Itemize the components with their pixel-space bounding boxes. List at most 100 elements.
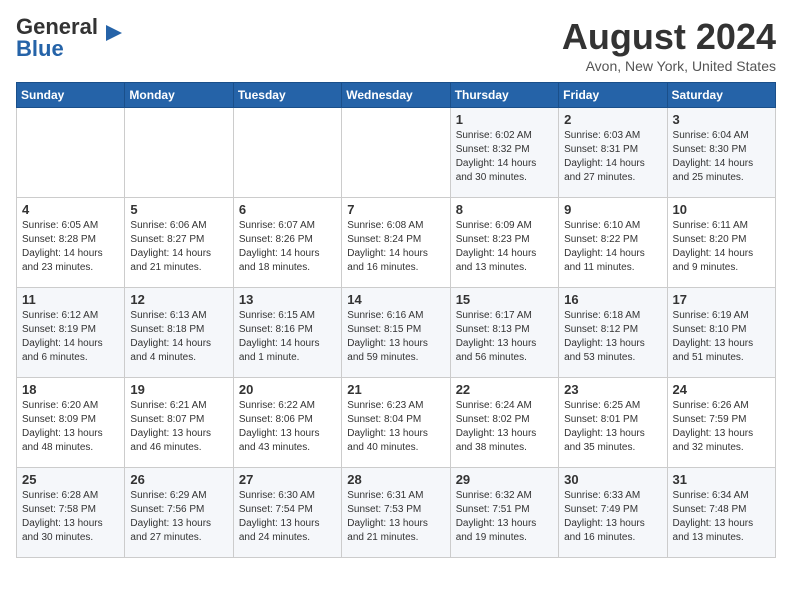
day-number: 8 — [456, 202, 553, 217]
day-of-week-header: Tuesday — [233, 83, 341, 108]
calendar-header-row: SundayMondayTuesdayWednesdayThursdayFrid… — [17, 83, 776, 108]
day-info: Sunrise: 6:26 AMSunset: 7:59 PMDaylight:… — [673, 399, 770, 455]
calendar-day-cell: 27 Sunrise: 6:30 AMSunset: 7:54 PMDayligh… — [233, 468, 341, 558]
day-info: Sunrise: 6:28 AMSunset: 7:58 PMDaylight:… — [22, 489, 119, 545]
day-info: Sunrise: 6:31 AMSunset: 7:53 PMDaylight:… — [347, 489, 444, 545]
day-number: 30 — [564, 472, 661, 487]
calendar-day-cell — [125, 108, 233, 198]
day-number: 4 — [22, 202, 119, 217]
day-number: 13 — [239, 292, 336, 307]
calendar-day-cell: 8 Sunrise: 6:09 AMSunset: 8:23 PMDaylight… — [450, 198, 558, 288]
day-number: 21 — [347, 382, 444, 397]
day-info: Sunrise: 6:19 AMSunset: 8:10 PMDaylight:… — [673, 309, 770, 365]
day-number: 9 — [564, 202, 661, 217]
day-of-week-header: Sunday — [17, 83, 125, 108]
calendar-week-row: 1Sunrise: 6:02 AMSunset: 8:32 PMDaylight… — [17, 108, 776, 198]
logo-arrow-icon — [102, 19, 130, 47]
calendar-day-cell: 1Sunrise: 6:02 AMSunset: 8:32 PMDaylight… — [450, 108, 558, 198]
day-number: 24 — [673, 382, 770, 397]
calendar-day-cell: 21 Sunrise: 6:23 AMSunset: 8:04 PMDayligh… — [342, 378, 450, 468]
calendar-week-row: 4 Sunrise: 6:05 AMSunset: 8:28 PMDaylight… — [17, 198, 776, 288]
day-number: 16 — [564, 292, 661, 307]
day-info: Sunrise: 6:25 AMSunset: 8:01 PMDaylight:… — [564, 399, 661, 455]
day-info: Sunrise: 6:22 AMSunset: 8:06 PMDaylight:… — [239, 399, 336, 455]
day-of-week-header: Wednesday — [342, 83, 450, 108]
day-info: Sunrise: 6:21 AMSunset: 8:07 PMDaylight:… — [130, 399, 227, 455]
calendar-day-cell: 6Sunrise: 6:07 AMSunset: 8:26 PMDaylight… — [233, 198, 341, 288]
day-info: Sunrise: 6:13 AMSunset: 8:18 PMDaylight:… — [130, 309, 227, 365]
day-number: 27 — [239, 472, 336, 487]
day-info: Sunrise: 6:07 AMSunset: 8:26 PMDaylight:… — [239, 219, 336, 275]
day-info: Sunrise: 6:15 AMSunset: 8:16 PMDaylight:… — [239, 309, 336, 365]
calendar-day-cell: 20 Sunrise: 6:22 AMSunset: 8:06 PMDayligh… — [233, 378, 341, 468]
day-number: 14 — [347, 292, 444, 307]
page-header: GeneralBlue August 2024 Avon, New York, … — [16, 16, 776, 74]
calendar-day-cell — [342, 108, 450, 198]
calendar-day-cell: 31 Sunrise: 6:34 AMSunset: 7:48 PMDayligh… — [667, 468, 775, 558]
calendar-day-cell: 29Sunrise: 6:32 AMSunset: 7:51 PMDayligh… — [450, 468, 558, 558]
day-info: Sunrise: 6:29 AMSunset: 7:56 PMDaylight:… — [130, 489, 227, 545]
calendar-day-cell: 18 Sunrise: 6:20 AMSunset: 8:09 PMDayligh… — [17, 378, 125, 468]
logo-text: GeneralBlue — [16, 16, 98, 60]
day-number: 26 — [130, 472, 227, 487]
day-info: Sunrise: 6:11 AMSunset: 8:20 PMDaylight:… — [673, 219, 770, 275]
day-info: Sunrise: 6:09 AMSunset: 8:23 PMDaylight:… — [456, 219, 553, 275]
day-of-week-header: Monday — [125, 83, 233, 108]
calendar-week-row: 25 Sunrise: 6:28 AMSunset: 7:58 PMDayligh… — [17, 468, 776, 558]
day-number: 5 — [130, 202, 227, 217]
day-info: Sunrise: 6:03 AMSunset: 8:31 PMDaylight:… — [564, 129, 661, 185]
calendar-day-cell: 7 Sunrise: 6:08 AMSunset: 8:24 PMDaylight… — [342, 198, 450, 288]
calendar-day-cell: 10 Sunrise: 6:11 AMSunset: 8:20 PMDayligh… — [667, 198, 775, 288]
calendar-week-row: 11 Sunrise: 6:12 AMSunset: 8:19 PMDayligh… — [17, 288, 776, 378]
day-number: 2 — [564, 112, 661, 127]
calendar-day-cell: 13 Sunrise: 6:15 AMSunset: 8:16 PMDayligh… — [233, 288, 341, 378]
day-of-week-header: Saturday — [667, 83, 775, 108]
calendar-day-cell: 4 Sunrise: 6:05 AMSunset: 8:28 PMDaylight… — [17, 198, 125, 288]
day-number: 20 — [239, 382, 336, 397]
day-info: Sunrise: 6:23 AMSunset: 8:04 PMDaylight:… — [347, 399, 444, 455]
day-number: 18 — [22, 382, 119, 397]
calendar-day-cell: 23 Sunrise: 6:25 AMSunset: 8:01 PMDayligh… — [559, 378, 667, 468]
day-info: Sunrise: 6:20 AMSunset: 8:09 PMDaylight:… — [22, 399, 119, 455]
day-number: 19 — [130, 382, 227, 397]
day-of-week-header: Friday — [559, 83, 667, 108]
calendar-day-cell: 14 Sunrise: 6:16 AMSunset: 8:15 PMDayligh… — [342, 288, 450, 378]
day-number: 23 — [564, 382, 661, 397]
calendar-week-row: 18 Sunrise: 6:20 AMSunset: 8:09 PMDayligh… — [17, 378, 776, 468]
day-number: 25 — [22, 472, 119, 487]
calendar-day-cell: 24 Sunrise: 6:26 AMSunset: 7:59 PMDayligh… — [667, 378, 775, 468]
logo: GeneralBlue — [16, 16, 130, 60]
day-number: 11 — [22, 292, 119, 307]
day-number: 22 — [456, 382, 553, 397]
day-info: Sunrise: 6:08 AMSunset: 8:24 PMDaylight:… — [347, 219, 444, 275]
location-title: Avon, New York, United States — [562, 58, 776, 74]
day-info: Sunrise: 6:16 AMSunset: 8:15 PMDaylight:… — [347, 309, 444, 365]
day-number: 12 — [130, 292, 227, 307]
calendar-table: SundayMondayTuesdayWednesdayThursdayFrid… — [16, 82, 776, 558]
day-of-week-header: Thursday — [450, 83, 558, 108]
calendar-day-cell: 5Sunrise: 6:06 AMSunset: 8:27 PMDaylight… — [125, 198, 233, 288]
calendar-day-cell: 16Sunrise: 6:18 AMSunset: 8:12 PMDayligh… — [559, 288, 667, 378]
day-info: Sunrise: 6:12 AMSunset: 8:19 PMDaylight:… — [22, 309, 119, 365]
day-info: Sunrise: 6:30 AMSunset: 7:54 PMDaylight:… — [239, 489, 336, 545]
day-info: Sunrise: 6:24 AMSunset: 8:02 PMDaylight:… — [456, 399, 553, 455]
calendar-day-cell — [17, 108, 125, 198]
day-number: 15 — [456, 292, 553, 307]
calendar-day-cell: 2 Sunrise: 6:03 AMSunset: 8:31 PMDaylight… — [559, 108, 667, 198]
day-number: 28 — [347, 472, 444, 487]
day-number: 3 — [673, 112, 770, 127]
day-number: 7 — [347, 202, 444, 217]
day-info: Sunrise: 6:04 AMSunset: 8:30 PMDaylight:… — [673, 129, 770, 185]
day-info: Sunrise: 6:34 AMSunset: 7:48 PMDaylight:… — [673, 489, 770, 545]
day-info: Sunrise: 6:05 AMSunset: 8:28 PMDaylight:… — [22, 219, 119, 275]
day-info: Sunrise: 6:32 AMSunset: 7:51 PMDaylight:… — [456, 489, 553, 545]
calendar-day-cell: 11 Sunrise: 6:12 AMSunset: 8:19 PMDayligh… — [17, 288, 125, 378]
day-number: 31 — [673, 472, 770, 487]
calendar-day-cell: 30 Sunrise: 6:33 AMSunset: 7:49 PMDayligh… — [559, 468, 667, 558]
day-number: 17 — [673, 292, 770, 307]
day-info: Sunrise: 6:17 AMSunset: 8:13 PMDaylight:… — [456, 309, 553, 365]
day-info: Sunrise: 6:02 AMSunset: 8:32 PMDaylight:… — [456, 129, 553, 185]
day-number: 10 — [673, 202, 770, 217]
calendar-day-cell: 19 Sunrise: 6:21 AMSunset: 8:07 PMDayligh… — [125, 378, 233, 468]
day-info: Sunrise: 6:33 AMSunset: 7:49 PMDaylight:… — [564, 489, 661, 545]
